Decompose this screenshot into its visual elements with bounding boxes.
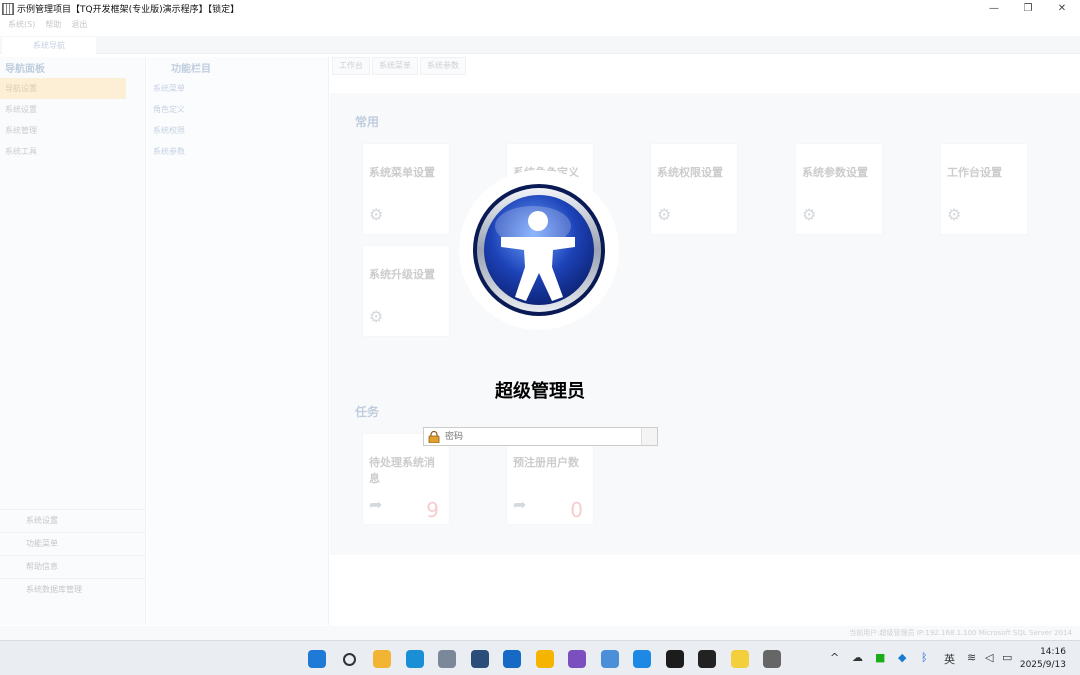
file-explorer-icon[interactable] [370,647,394,671]
clock-date: 2025/9/13 [1019,660,1066,670]
notes-icon[interactable] [728,647,752,671]
system-clock[interactable]: 14:16 2025/9/13 [1020,646,1066,672]
visual-studio-icon[interactable] [565,647,589,671]
bluetooth-icon[interactable]: ᛒ [921,651,928,664]
cloud-icon[interactable]: ☁ [852,651,863,664]
lock-user-name: 超级管理员 [495,381,585,402]
dark-app-icon[interactable] [695,647,719,671]
app-icon [2,2,14,15]
input-method-indicator[interactable]: 英 [944,651,955,667]
start-icon[interactable] [305,647,329,671]
password-input[interactable] [442,428,641,445]
terminal-icon[interactable] [663,647,687,671]
accessibility-icon [473,184,605,316]
password-field[interactable] [423,427,658,446]
defender-icon[interactable]: ◆ [898,651,906,664]
settings-app-icon[interactable] [598,647,622,671]
lock-overlay: 超级管理员 [0,17,1080,640]
user-avatar [459,170,619,330]
grid-app-icon[interactable] [760,647,784,671]
pen-icon[interactable] [533,647,557,671]
edge-icon[interactable] [403,647,427,671]
search-icon[interactable] [338,647,362,671]
window-title: 示例管理项目【TQ开发框架(专业版)演示程序】【锁定】 [17,5,240,15]
sql-icon[interactable] [468,647,492,671]
lock-key-icon [426,429,442,445]
unlock-button[interactable] [641,428,657,445]
tools-icon[interactable] [435,647,459,671]
maximize-button[interactable]: ❐ [1011,0,1045,17]
close-button[interactable]: ✕ [1045,0,1079,17]
vscode-icon[interactable] [630,647,654,671]
taskbar: ^ ☁ ■ ◆ ᛒ 英 ≋ ◁ ▭ 14:16 2025/9/13 [0,640,1080,675]
clock-time: 14:16 [1040,647,1066,657]
battery-icon[interactable]: ▭ [1002,651,1012,664]
chevron-up-icon[interactable]: ^ [830,651,839,664]
outlook-icon[interactable] [500,647,524,671]
volume-icon[interactable]: ◁ [985,651,993,664]
application-window: 示例管理项目【TQ开发框架(专业版)演示程序】【锁定】 — ❐ ✕ 系统(S) … [0,0,1080,640]
wechat-icon[interactable]: ■ [875,651,885,664]
title-bar: 示例管理项目【TQ开发框架(专业版)演示程序】【锁定】 — ❐ ✕ [0,0,1080,17]
minimize-button[interactable]: — [977,0,1011,17]
wifi-icon[interactable]: ≋ [967,651,976,664]
